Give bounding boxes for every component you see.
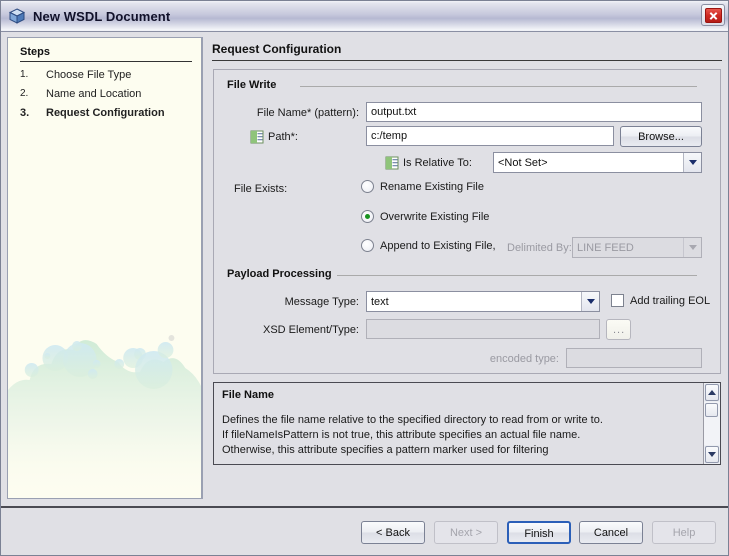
chevron-down-icon bbox=[683, 238, 701, 257]
file-exists-label: File Exists: bbox=[234, 183, 288, 195]
radio-label: Overwrite Existing File bbox=[380, 210, 490, 223]
file-name-input[interactable] bbox=[366, 102, 702, 122]
relative-path-icon bbox=[385, 156, 399, 170]
path-label: Path*: bbox=[268, 131, 298, 143]
path-input[interactable] bbox=[366, 126, 614, 146]
browse-button[interactable]: Browse... bbox=[620, 126, 702, 147]
finish-button[interactable]: Finish bbox=[507, 521, 571, 544]
radio-icon[interactable] bbox=[361, 180, 374, 193]
cube-icon bbox=[8, 7, 26, 25]
message-type-value: text bbox=[371, 295, 389, 308]
dialog-window: New WSDL Document Steps 1. Choose File T… bbox=[0, 0, 729, 556]
radio-append-to-existing-file[interactable]: Append to Existing File, bbox=[361, 239, 496, 252]
encoded-type-input bbox=[566, 348, 702, 368]
radio-icon-selected[interactable] bbox=[361, 210, 374, 223]
radio-rename-existing-file[interactable]: Rename Existing File bbox=[361, 180, 484, 193]
add-trailing-eol-label: Add trailing EOL bbox=[630, 294, 711, 307]
delimited-by-label: Delimited By: bbox=[507, 242, 572, 254]
window-title: New WSDL Document bbox=[33, 8, 171, 24]
is-relative-to-label: Is Relative To: bbox=[403, 157, 472, 169]
file-name-label: File Name* (pattern): bbox=[256, 107, 359, 119]
help-title: File Name bbox=[222, 389, 274, 401]
page-title: Request Configuration bbox=[212, 42, 722, 61]
file-write-group-line bbox=[300, 86, 697, 87]
is-relative-to-value: <Not Set> bbox=[498, 156, 548, 169]
steps-list: 1. Choose File Type 2. Name and Location… bbox=[20, 68, 195, 125]
step-item-3-active: 3. Request Configuration bbox=[20, 106, 195, 120]
delimited-by-value: LINE FEED bbox=[577, 241, 634, 254]
xsd-element-type-label: XSD Element/Type: bbox=[263, 324, 359, 336]
help-line-3: Otherwise, this attribute specifies a pa… bbox=[222, 444, 549, 456]
help-description-panel: File Name Defines the file name relative… bbox=[213, 382, 721, 465]
scroll-down-button[interactable] bbox=[705, 446, 719, 463]
file-write-group-title: File Write bbox=[227, 79, 282, 91]
payload-processing-group-line bbox=[337, 275, 697, 276]
message-type-dropdown[interactable]: text bbox=[366, 291, 600, 312]
scroll-up-button[interactable] bbox=[705, 384, 719, 401]
radio-label: Append to Existing File, bbox=[380, 239, 496, 252]
cancel-button[interactable]: Cancel bbox=[579, 521, 643, 544]
encoded-type-label: encoded type: bbox=[489, 353, 559, 365]
xsd-element-type-input bbox=[366, 319, 600, 339]
scrollbar-thumb[interactable] bbox=[705, 403, 718, 417]
message-type-label: Message Type: bbox=[284, 296, 359, 308]
next-button: Next > bbox=[434, 521, 498, 544]
footer-button-bar: < Back Next > Finish Cancel Help bbox=[1, 508, 728, 555]
close-button[interactable] bbox=[701, 4, 725, 26]
folder-relative-icon bbox=[250, 130, 264, 144]
checkbox-icon[interactable] bbox=[611, 294, 624, 307]
steps-header: Steps bbox=[20, 46, 192, 62]
help-line-2: If fileNameIsPattern is not true, this a… bbox=[222, 429, 581, 441]
radio-icon[interactable] bbox=[361, 239, 374, 252]
back-button[interactable]: < Back bbox=[361, 521, 425, 544]
radio-overwrite-existing-file[interactable]: Overwrite Existing File bbox=[361, 210, 489, 223]
step-item-1: 1. Choose File Type bbox=[20, 68, 195, 82]
step-label: Choose File Type bbox=[46, 69, 132, 81]
close-icon bbox=[704, 7, 722, 23]
is-relative-to-dropdown[interactable]: <Not Set> bbox=[493, 152, 702, 173]
xsd-browse-button: ... bbox=[606, 319, 631, 340]
delimited-by-dropdown: LINE FEED bbox=[572, 237, 702, 258]
payload-processing-group-title: Payload Processing bbox=[227, 268, 337, 280]
chevron-up-icon bbox=[708, 390, 716, 395]
step-label: Request Configuration bbox=[46, 107, 165, 119]
radio-label: Rename Existing File bbox=[380, 180, 484, 193]
title-bar: New WSDL Document bbox=[1, 1, 728, 32]
step-number: 3. bbox=[20, 107, 30, 119]
decorative-bubbles-graphic bbox=[8, 335, 201, 498]
steps-panel: Steps 1. Choose File Type 2. Name and Lo… bbox=[7, 37, 203, 499]
add-trailing-eol-checkbox-row[interactable]: Add trailing EOL bbox=[611, 294, 710, 307]
chevron-down-icon bbox=[581, 292, 599, 311]
chevron-down-icon bbox=[708, 452, 716, 457]
step-number: 1. bbox=[20, 69, 29, 80]
request-configuration-form: File Write File Name* (pattern): Path*: … bbox=[213, 69, 721, 374]
step-item-2: 2. Name and Location bbox=[20, 87, 195, 101]
help-body: Defines the file name relative to the sp… bbox=[222, 413, 692, 458]
scrollbar-track[interactable] bbox=[704, 402, 720, 445]
step-number: 2. bbox=[20, 88, 29, 99]
chevron-down-icon bbox=[683, 153, 701, 172]
step-label: Name and Location bbox=[46, 88, 142, 100]
help-scrollbar[interactable] bbox=[703, 383, 720, 464]
help-line-1: Defines the file name relative to the sp… bbox=[222, 414, 603, 426]
help-button: Help bbox=[652, 521, 716, 544]
